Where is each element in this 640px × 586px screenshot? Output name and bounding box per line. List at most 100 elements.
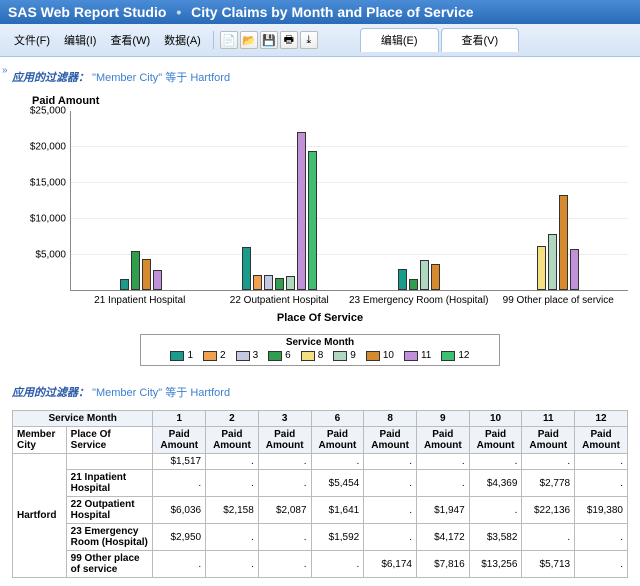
export-icon[interactable]: ⤓ <box>300 31 318 49</box>
bar[interactable] <box>559 195 568 290</box>
collapse-panel-icon[interactable]: » <box>2 65 8 76</box>
legend-swatch <box>404 351 418 361</box>
x-tick-label: 22 Outpatient Hospital <box>210 291 350 306</box>
legend-label: 1 <box>187 350 193 361</box>
th-paid-amount: Paid Amount <box>575 427 628 454</box>
cell-value: $5,454 <box>311 470 364 497</box>
th-month: 11 <box>522 411 575 427</box>
print-icon[interactable]: 🖶 <box>280 31 298 49</box>
save-icon[interactable]: 💾 <box>260 31 278 49</box>
table-row: 21 Inpatient Hospital...$5,454..$4,369$2… <box>13 470 628 497</box>
legend-label: 12 <box>458 350 469 361</box>
bar[interactable] <box>548 234 557 290</box>
x-tick-label: 99 Other place of service <box>489 291 629 306</box>
cell-value: . <box>416 454 469 470</box>
cell-value: . <box>258 470 311 497</box>
cell-place: 99 Other place of service <box>66 551 153 578</box>
cell-value: . <box>575 454 628 470</box>
th-place: Place Of Service <box>66 427 153 454</box>
table-row: 22 Outpatient Hospital$6,036$2,158$2,087… <box>13 497 628 524</box>
filter-label: 应用的过滤器： <box>12 72 89 84</box>
cell-value: $4,172 <box>416 524 469 551</box>
th-paid-amount: Paid Amount <box>206 427 259 454</box>
bar[interactable] <box>275 278 284 290</box>
plot-area <box>70 111 628 291</box>
menu-separator <box>213 31 214 49</box>
th-month: 9 <box>416 411 469 427</box>
menu-bar: 文件(F) 编辑(I) 查看(W) 数据(A) 📄 📂 💾 🖶 ⤓ 编辑(E) … <box>0 24 640 57</box>
cell-value: . <box>575 551 628 578</box>
bar[interactable] <box>537 246 546 290</box>
ytick: $5,000 <box>35 250 66 261</box>
tab-view[interactable]: 查看(V) <box>441 28 520 52</box>
bar[interactable] <box>286 276 295 290</box>
th-paid-amount: Paid Amount <box>469 427 522 454</box>
legend-item: 12 <box>441 350 469 361</box>
bar-group <box>210 111 349 290</box>
cell-value: $6,036 <box>153 497 206 524</box>
cell-value: $5,713 <box>522 551 575 578</box>
legend-item: 2 <box>203 350 226 361</box>
ytick: $10,000 <box>30 214 66 225</box>
cell-value: . <box>364 470 417 497</box>
report-body: » 应用的过滤器： "Member City" 等于 Hartford Paid… <box>0 57 640 586</box>
chart-legend: Service Month 123689101112 <box>140 334 500 366</box>
th-month: 8 <box>364 411 417 427</box>
menu-data[interactable]: 数据(A) <box>158 30 207 50</box>
legend-item: 11 <box>404 350 431 361</box>
cell-place: 22 Outpatient Hospital <box>66 497 153 524</box>
bar[interactable] <box>398 269 407 290</box>
bar[interactable] <box>409 279 418 290</box>
legend-swatch <box>170 351 184 361</box>
cell-value: $4,369 <box>469 470 522 497</box>
bar[interactable] <box>242 247 251 290</box>
bar[interactable] <box>431 264 440 290</box>
tab-edit[interactable]: 编辑(E) <box>360 28 439 52</box>
th-month: 3 <box>258 411 311 427</box>
cell-place: 21 Inpatient Hospital <box>66 470 153 497</box>
cell-value: . <box>522 454 575 470</box>
bar[interactable] <box>253 275 262 290</box>
bar[interactable] <box>131 251 140 290</box>
cell-value: . <box>311 454 364 470</box>
cell-value: . <box>311 551 364 578</box>
bar[interactable] <box>264 275 273 290</box>
crosstab-table: Service Month123689101112Member CityPlac… <box>12 410 628 578</box>
bar[interactable] <box>297 132 306 290</box>
cell-value: $1,947 <box>416 497 469 524</box>
bar[interactable] <box>570 249 579 290</box>
legend-label: 9 <box>350 350 356 361</box>
cell-value: . <box>364 524 417 551</box>
cell-value: $2,158 <box>206 497 259 524</box>
y-axis: $25,000 $20,000 $15,000 $10,000 $5,000 <box>12 111 70 291</box>
menu-file[interactable]: 文件(F) <box>8 30 56 50</box>
bar[interactable] <box>153 270 162 290</box>
legend-label: 8 <box>318 350 324 361</box>
cell-value: . <box>153 470 206 497</box>
th-member-city: Member City <box>13 427 67 454</box>
menu-view[interactable]: 查看(W) <box>104 30 156 50</box>
th-paid-amount: Paid Amount <box>258 427 311 454</box>
cell-value: . <box>153 551 206 578</box>
menu-edit[interactable]: 编辑(I) <box>58 30 102 50</box>
legend-label: 11 <box>421 350 431 361</box>
th-month: 10 <box>469 411 522 427</box>
bar[interactable] <box>142 259 151 290</box>
cell-value: . <box>364 497 417 524</box>
th-month: 2 <box>206 411 259 427</box>
bar[interactable] <box>308 151 317 290</box>
open-icon[interactable]: 📂 <box>240 31 258 49</box>
mode-tabs: 编辑(E) 查看(V) <box>360 28 519 52</box>
legend-item: 1 <box>170 350 193 361</box>
ytick: $20,000 <box>30 142 66 153</box>
bar[interactable] <box>420 260 429 290</box>
th-service-month: Service Month <box>13 411 153 427</box>
report-title: City Claims by Month and Place of Servic… <box>191 4 473 20</box>
app-title-bar: SAS Web Report Studio • City Claims by M… <box>0 0 640 24</box>
new-icon[interactable]: 📄 <box>220 31 238 49</box>
th-month: 12 <box>575 411 628 427</box>
bar[interactable] <box>120 279 129 290</box>
cell-value: . <box>364 454 417 470</box>
cell-value: $2,950 <box>153 524 206 551</box>
cell-city: Hartford <box>13 454 67 578</box>
